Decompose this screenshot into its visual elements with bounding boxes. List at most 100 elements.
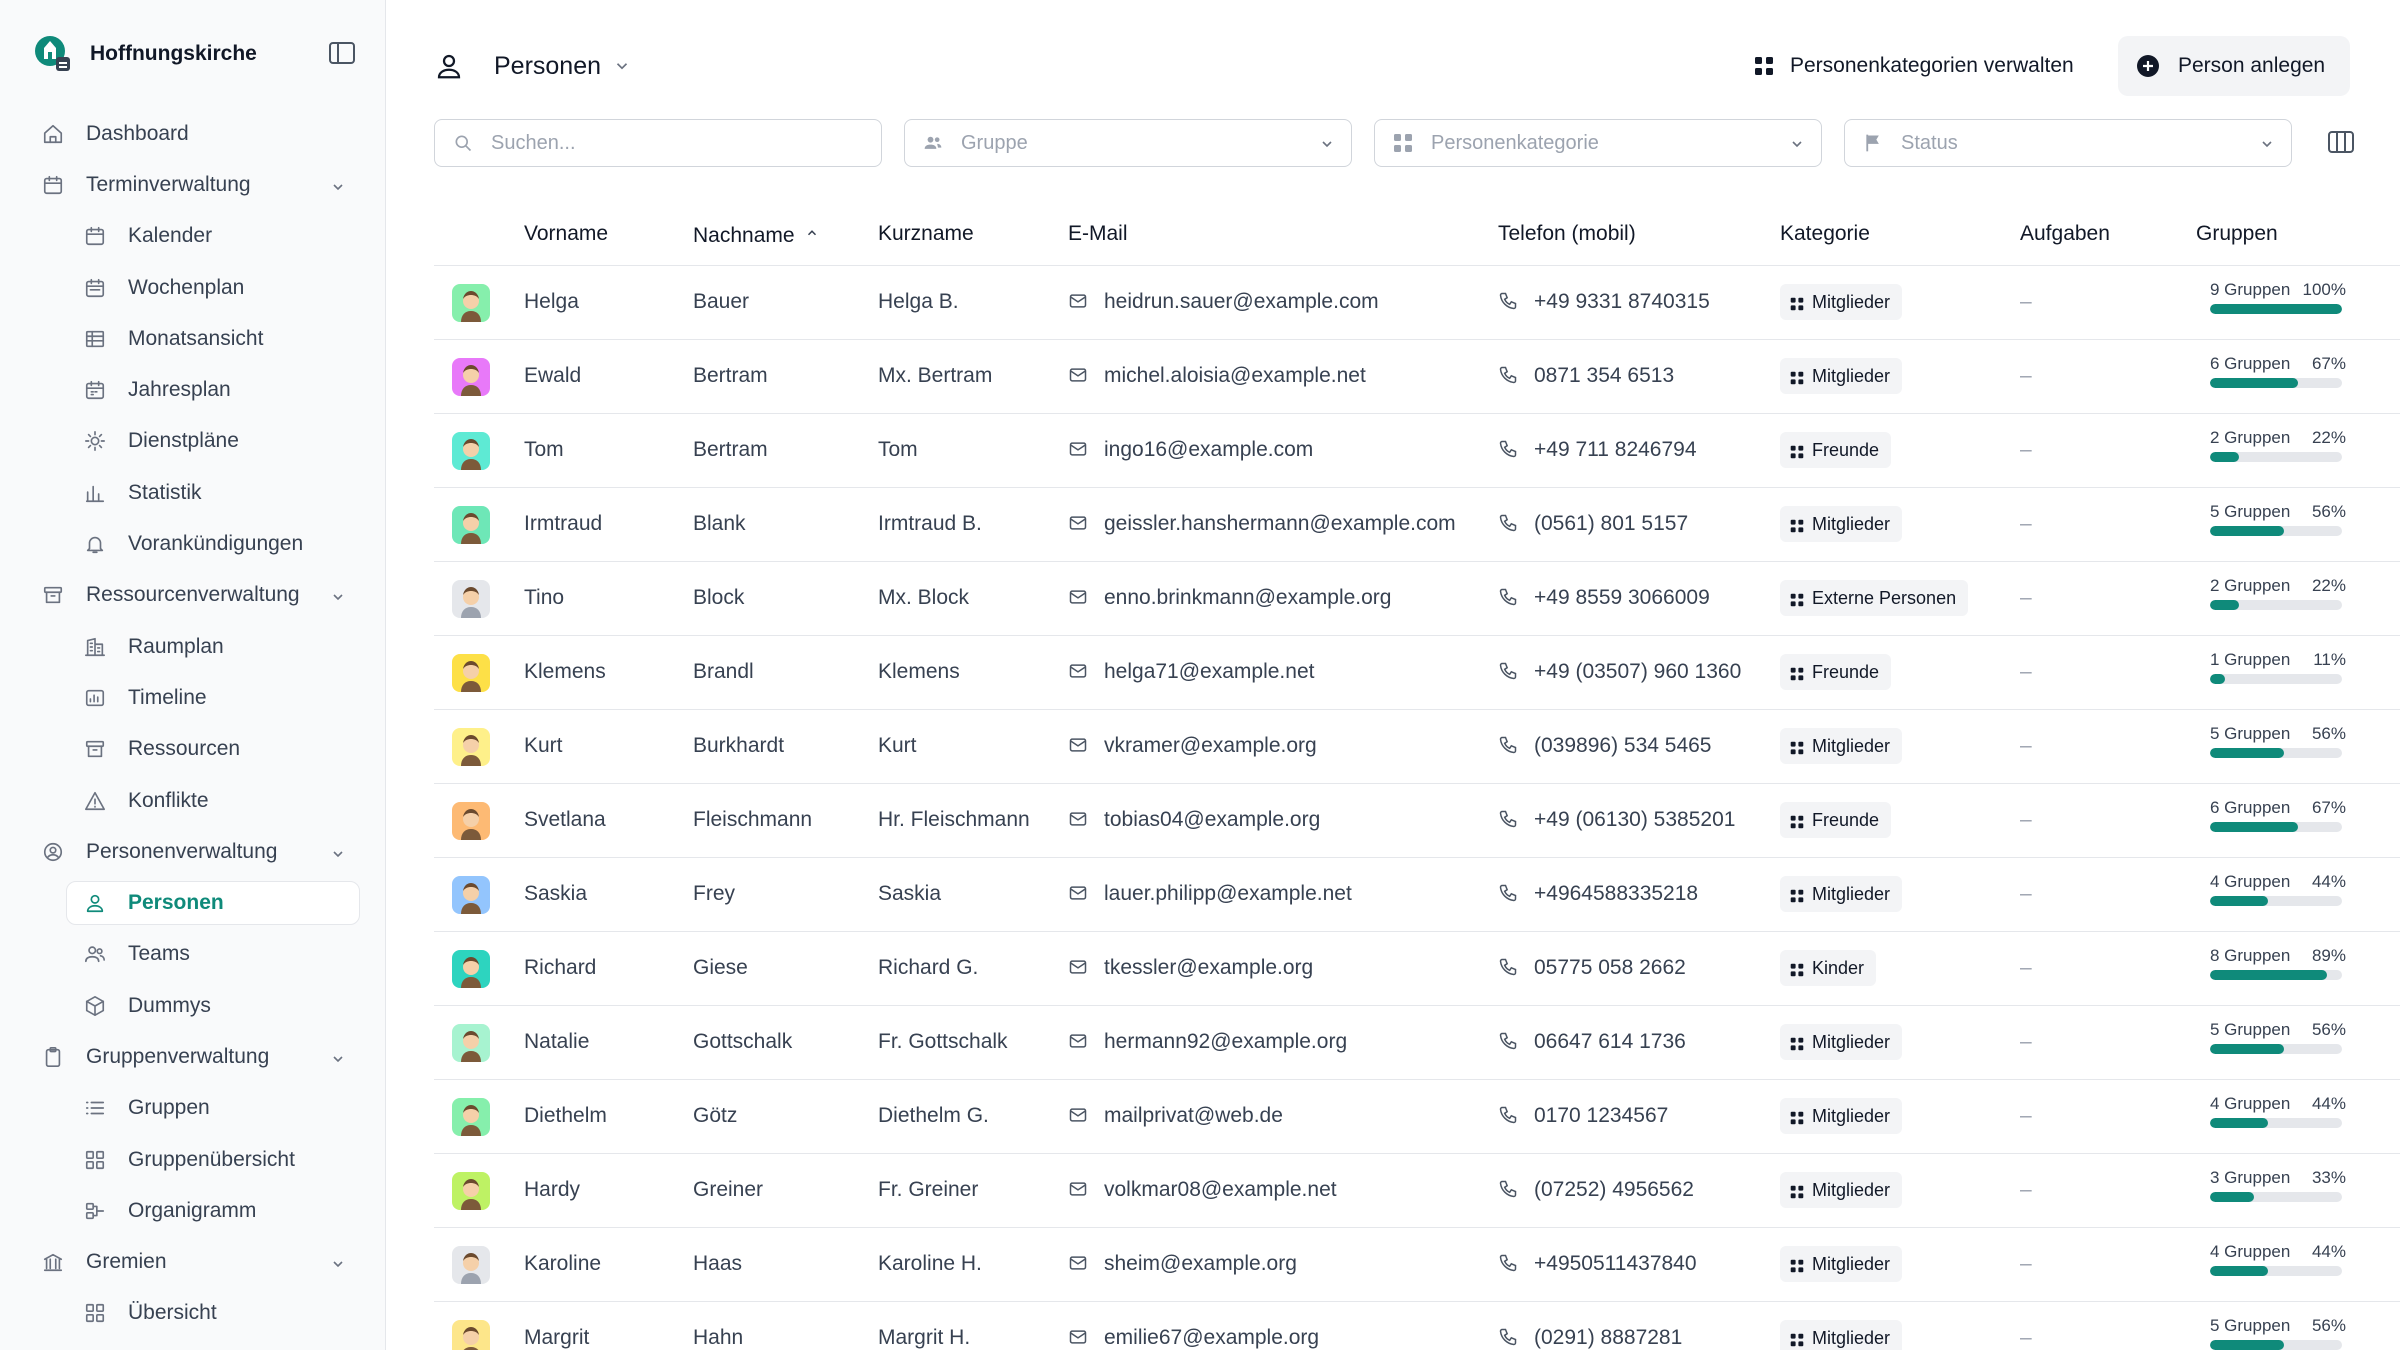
table-row[interactable]: Hardy Greiner Fr. Greiner volkmar08@example… (434, 1154, 2400, 1228)
table-row[interactable]: Irmtraud Blank Irmtraud B. geissler.hansher… (434, 488, 2400, 562)
chevron-down-icon[interactable] (330, 1049, 346, 1065)
email-cell[interactable]: michel.aloisia@example.net (1068, 364, 1366, 388)
email-cell[interactable]: hermann92@example.org (1068, 1030, 1347, 1054)
email-cell[interactable]: emilie67@example.org (1068, 1326, 1319, 1350)
email-cell[interactable]: geissler.hanshermann@example.com (1068, 512, 1456, 536)
sidebar-item-dummys[interactable]: Dummys (30, 980, 360, 1031)
table-row[interactable]: Ewald Bertram Mx. Bertram michel.aloisia@ex… (434, 340, 2400, 414)
email-cell[interactable]: mailprivat@web.de (1068, 1104, 1283, 1128)
phone-cell[interactable]: +49 711 8246794 (1498, 438, 1697, 462)
email-cell[interactable]: sheim@example.org (1068, 1252, 1297, 1276)
sidebar-item-organigramm[interactable]: Organigramm (30, 1185, 360, 1236)
column-header-kurzname[interactable]: Kurzname (878, 222, 974, 246)
sidebar-item-statistik[interactable]: Statistik (30, 467, 360, 518)
email-cell[interactable]: tobias04@example.org (1068, 808, 1320, 832)
phone-cell[interactable]: +49 (06130) 5385201 (1498, 808, 1735, 832)
sidebar-item-kalender[interactable]: Kalender (30, 211, 360, 262)
sidebar-item-konflikte[interactable]: Konflikte (30, 775, 360, 826)
column-header-telefon-mobil[interactable]: Telefon (mobil) (1498, 222, 1636, 246)
chevron-down-icon[interactable] (330, 1254, 346, 1270)
brand[interactable]: Hoffnungskirche (34, 34, 257, 74)
email-cell[interactable]: tkessler@example.org (1068, 956, 1313, 980)
table-row[interactable]: Tino Block Mx. Block enno.brinkmann@example… (434, 562, 2400, 636)
sidebar-item-gruppenübersicht[interactable]: Gruppenübersicht (30, 1134, 360, 1185)
sidebar-item-ressourcen[interactable]: Ressourcen (30, 724, 360, 775)
table-row[interactable]: Diethelm Götz Diethelm G. mailprivat@web.de… (434, 1080, 2400, 1154)
phone-cell[interactable]: +49 9331 8740315 (1498, 290, 1710, 314)
sidebar-item-gremien[interactable]: Gremien (30, 1237, 360, 1288)
email-cell[interactable]: vkramer@example.org (1068, 734, 1317, 758)
table-row[interactable]: Klemens Brandl Klemens helga71@example.net +… (434, 636, 2400, 710)
groups-progress: 9 Gruppen 100% (2210, 280, 2346, 314)
sidebar-item-dashboard[interactable]: Dashboard (30, 108, 360, 159)
phone-cell[interactable]: +4964588335218 (1498, 882, 1698, 906)
grid-icon (84, 1302, 106, 1324)
sidebar-item-personen[interactable]: Personen (30, 877, 360, 928)
table-row[interactable]: Margrit Hahn Margrit H. emilie67@example.or… (434, 1302, 2400, 1350)
sidebar-item-label: Gremien (86, 1250, 167, 1274)
group-filter-select[interactable]: Gruppe (904, 119, 1352, 167)
email-cell[interactable]: helga71@example.net (1068, 660, 1314, 684)
category-filter-select[interactable]: Personenkategorie (1374, 119, 1822, 167)
table-row[interactable]: Karoline Haas Karoline H. sheim@example.org… (434, 1228, 2400, 1302)
column-header-aufgaben[interactable]: Aufgaben (2020, 222, 2110, 246)
phone-cell[interactable]: +4950511437840 (1498, 1252, 1697, 1276)
table-row[interactable]: Saskia Frey Saskia lauer.philipp@example.ne… (434, 858, 2400, 932)
groups-progress: 3 Gruppen 33% (2210, 1168, 2346, 1202)
sidebar-item-dienstpläne[interactable]: Dienstpläne (30, 416, 360, 467)
table-row[interactable]: Richard Giese Richard G. tkessler@example.o… (434, 932, 2400, 1006)
sidebar-item-monatsansicht[interactable]: Monatsansicht (30, 313, 360, 364)
table-row[interactable]: Helga Bauer Helga B. heidrun.sauer@example.… (434, 266, 2400, 340)
sidebar-item-gruppenverwaltung[interactable]: Gruppenverwaltung (30, 1031, 360, 1082)
sidebar-item-übersicht[interactable]: Übersicht (30, 1288, 360, 1339)
column-header-gruppen[interactable]: Gruppen (2196, 222, 2278, 246)
phone-cell[interactable]: (039896) 534 5465 (1498, 734, 1712, 758)
chevron-down-icon[interactable] (330, 177, 346, 193)
phone-cell[interactable]: 06647 614 1736 (1498, 1030, 1686, 1054)
column-header-e-mail[interactable]: E-Mail (1068, 222, 1128, 246)
sidebar-item-teams[interactable]: Teams (30, 929, 360, 980)
sidebar-item-terminverwaltung[interactable]: Terminverwaltung (30, 159, 360, 210)
chevron-down-icon[interactable] (330, 844, 346, 860)
status-filter-select[interactable]: Status (1844, 119, 2292, 167)
table-row[interactable]: Natalie Gottschalk Fr. Gottschalk hermann92… (434, 1006, 2400, 1080)
column-header-vorname[interactable]: Vorname (524, 222, 608, 246)
email-cell[interactable]: lauer.philipp@example.net (1068, 882, 1352, 906)
sidebar-item-ressourcenverwaltung[interactable]: Ressourcenverwaltung (30, 570, 360, 621)
email-cell[interactable]: heidrun.sauer@example.com (1068, 290, 1379, 314)
sidebar-item-jahresplan[interactable]: Jahresplan (30, 364, 360, 415)
phone-cell[interactable]: 05775 058 2662 (1498, 956, 1686, 980)
column-header-kategorie[interactable]: Kategorie (1780, 222, 1870, 246)
category-label: Mitglieder (1812, 1253, 1891, 1274)
sidebar-item-raumplan[interactable]: Raumplan (30, 621, 360, 672)
column-header-nachname[interactable]: Nachname (693, 222, 819, 248)
columns-toggle-icon[interactable] (2326, 128, 2356, 156)
manage-categories-button[interactable]: Personenkategorien verwalten (1744, 36, 2084, 96)
table-row[interactable]: Svetlana Fleischmann Hr. Fleischmann tobias… (434, 784, 2400, 858)
email-cell[interactable]: ingo16@example.com (1068, 438, 1313, 462)
phone-cell[interactable]: (0561) 801 5157 (1498, 512, 1688, 536)
table-row[interactable]: Tom Bertram Tom ingo16@example.com +49 711 8… (434, 414, 2400, 488)
phone-cell[interactable]: +49 8559 3066009 (1498, 586, 1710, 610)
phone-cell[interactable]: (07252) 4956562 (1498, 1178, 1694, 1202)
table-row[interactable]: Kurt Burkhardt Kurt vkramer@example.org (039… (434, 710, 2400, 784)
email-cell[interactable]: enno.brinkmann@example.org (1068, 586, 1391, 610)
short-name: Klemens (878, 660, 960, 683)
sidebar-item-timeline[interactable]: Timeline (30, 672, 360, 723)
phone-cell[interactable]: 0871 354 6513 (1498, 364, 1674, 388)
sidebar-item-wochenplan[interactable]: Wochenplan (30, 262, 360, 313)
sidebar-toggle-icon[interactable] (328, 40, 356, 66)
sort-ascending-icon[interactable] (805, 222, 819, 236)
search-input[interactable]: Suchen... (434, 119, 882, 167)
sidebar-item-personenverwaltung[interactable]: Personenverwaltung (30, 826, 360, 877)
add-person-button[interactable]: Person anlegen (2118, 36, 2350, 96)
chevron-down-icon[interactable] (330, 587, 346, 603)
phone-cell[interactable]: 0170 1234567 (1498, 1104, 1668, 1128)
page-header[interactable]: Personen (434, 34, 631, 98)
archive-icon (42, 584, 64, 606)
phone-cell[interactable]: (0291) 8887281 (1498, 1326, 1682, 1350)
sidebar-item-gruppen[interactable]: Gruppen (30, 1083, 360, 1134)
sidebar-item-vorankündigungen[interactable]: Vorankündigungen (30, 518, 360, 569)
email-cell[interactable]: volkmar08@example.net (1068, 1178, 1337, 1202)
phone-cell[interactable]: +49 (03507) 960 1360 (1498, 660, 1741, 684)
